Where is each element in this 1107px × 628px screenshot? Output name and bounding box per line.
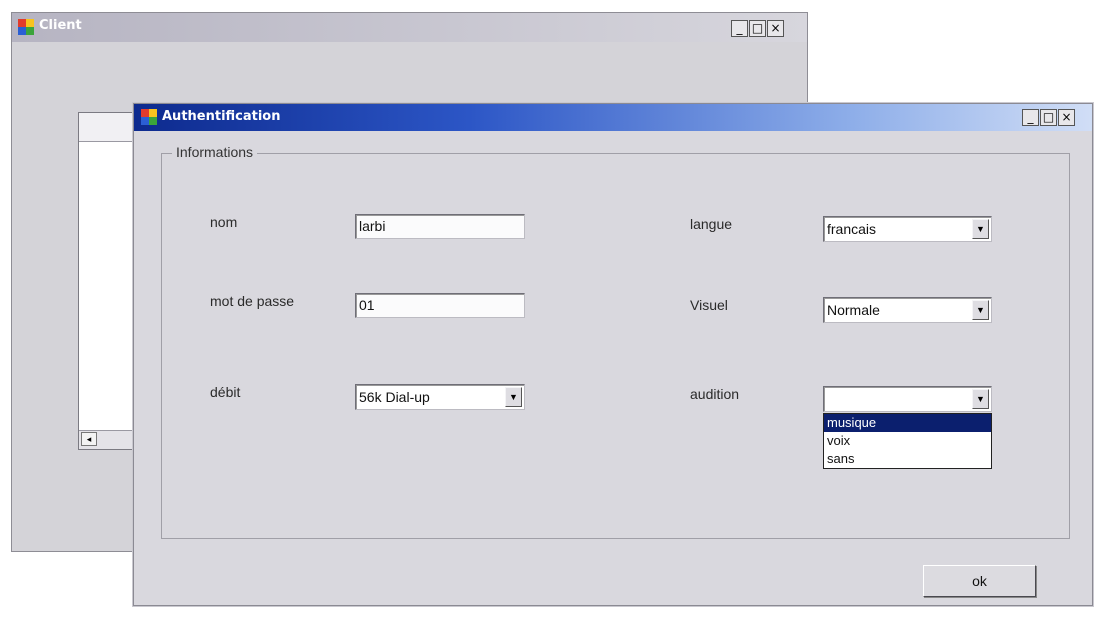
nom-label: nom xyxy=(210,214,238,230)
visuel-select[interactable]: Normale ▼ xyxy=(823,297,992,323)
app-icon xyxy=(18,19,34,35)
visuel-value: Normale xyxy=(827,302,880,318)
client-close-button[interactable]: × xyxy=(767,20,784,37)
auth-maximize-button[interactable]: □ xyxy=(1040,109,1057,126)
client-maximize-button[interactable]: □ xyxy=(749,20,766,37)
client-list-header[interactable] xyxy=(79,113,137,142)
auth-close-button[interactable]: × xyxy=(1058,109,1075,126)
client-titlebar[interactable]: Client _ □ × xyxy=(12,13,807,42)
audition-label: audition xyxy=(690,386,740,402)
chevron-down-icon[interactable]: ▼ xyxy=(505,387,522,407)
client-list-view[interactable]: ◂ xyxy=(78,112,138,450)
langue-select[interactable]: francais ▼ xyxy=(823,216,992,242)
audition-select[interactable]: ▼ xyxy=(823,386,992,412)
langue-label: langue xyxy=(690,216,733,232)
chevron-down-icon[interactable]: ▼ xyxy=(972,389,989,409)
mot-de-passe-input[interactable]: 01 xyxy=(355,293,525,318)
visuel-label: Visuel xyxy=(690,297,728,313)
auth-title: Authentification xyxy=(162,109,281,124)
auth-minimize-button[interactable]: _ xyxy=(1022,109,1039,126)
dropdown-option-sans[interactable]: sans xyxy=(824,450,991,468)
ok-button[interactable]: ok xyxy=(923,565,1036,597)
debit-label: débit xyxy=(210,384,241,400)
app-icon xyxy=(141,109,157,125)
debit-value: 56k Dial-up xyxy=(359,389,430,405)
client-horizontal-scrollbar[interactable]: ◂ xyxy=(79,430,137,449)
nom-input[interactable]: larbi xyxy=(355,214,525,239)
dropdown-option-voix[interactable]: voix xyxy=(824,432,991,450)
dropdown-option-musique[interactable]: musique xyxy=(824,414,991,432)
authentification-dialog: Authentification _ □ × Informations nom … xyxy=(133,103,1093,606)
debit-select[interactable]: 56k Dial-up ▼ xyxy=(355,384,525,410)
client-minimize-button[interactable]: _ xyxy=(731,20,748,37)
mot-de-passe-label: mot de passe xyxy=(210,293,295,309)
informations-legend: Informations xyxy=(172,144,258,160)
audition-dropdown-list: musique voix sans xyxy=(823,413,992,469)
chevron-down-icon[interactable]: ▼ xyxy=(972,300,989,320)
client-title: Client xyxy=(39,18,82,33)
informations-groupbox: Informations xyxy=(161,144,1070,539)
langue-value: francais xyxy=(827,221,877,237)
auth-titlebar[interactable]: Authentification _ □ × xyxy=(134,104,1092,131)
scroll-left-arrow-icon[interactable]: ◂ xyxy=(81,432,97,446)
chevron-down-icon[interactable]: ▼ xyxy=(972,219,989,239)
